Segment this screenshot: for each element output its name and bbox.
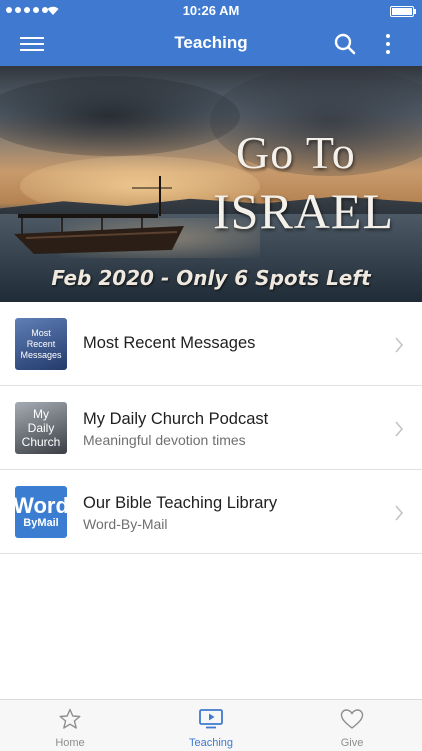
tab-give[interactable]: Give	[282, 700, 422, 751]
tab-bar: Home Teaching Give	[0, 699, 422, 751]
tab-teaching[interactable]: Teaching	[141, 700, 281, 751]
search-icon[interactable]	[333, 32, 357, 56]
star-icon	[59, 708, 81, 729]
list-item-title: Our Bible Teaching Library	[83, 494, 278, 512]
teaching-list: Most Recent Messages Most Recent Message…	[0, 302, 422, 554]
heart-icon	[340, 709, 364, 729]
page-title: Teaching	[174, 33, 248, 52]
promo-banner[interactable]: Go To ISRAEL Feb 2020 - Only 6 Spots Lef…	[0, 66, 422, 302]
chevron-right-icon	[395, 505, 404, 521]
chevron-right-icon	[395, 337, 404, 353]
list-item-daily-church[interactable]: My Daily Church My Daily Church Podcast …	[0, 386, 422, 470]
list-item-recent-messages[interactable]: Most Recent Messages Most Recent Message…	[0, 302, 422, 386]
boat-image	[14, 176, 184, 254]
banner-tagline: Feb 2020 - Only 6 Spots Left	[51, 266, 371, 290]
status-bar: 10:26 AM	[0, 0, 422, 22]
word-by-mail-thumbnail: Word ByMail	[15, 486, 67, 538]
list-item-title: My Daily Church Podcast	[83, 410, 269, 428]
list-item-bible-library[interactable]: Word ByMail Our Bible Teaching Library W…	[0, 470, 422, 554]
list-item-subtitle: Word-By-Mail	[83, 516, 168, 532]
daily-church-thumbnail: My Daily Church	[15, 402, 67, 454]
battery-icon	[390, 6, 416, 17]
nav-bar: Teaching	[0, 22, 422, 66]
banner-headline-1: Go To	[236, 127, 356, 178]
tab-give-label: Give	[340, 737, 364, 749]
list-item-title: Most Recent Messages	[83, 334, 256, 352]
tab-teaching-label: Teaching	[188, 737, 234, 749]
tv-play-icon	[199, 709, 223, 729]
chevron-right-icon	[395, 421, 404, 437]
status-time: 10:26 AM	[182, 3, 240, 18]
recent-messages-thumbnail: Most Recent Messages	[15, 318, 67, 370]
more-options-icon[interactable]	[384, 32, 392, 56]
tab-home-label: Home	[55, 737, 85, 749]
tab-home[interactable]: Home	[0, 700, 140, 751]
list-item-subtitle: Meaningful devotion times	[83, 432, 246, 448]
banner-headline-2: ISRAEL	[213, 183, 394, 239]
